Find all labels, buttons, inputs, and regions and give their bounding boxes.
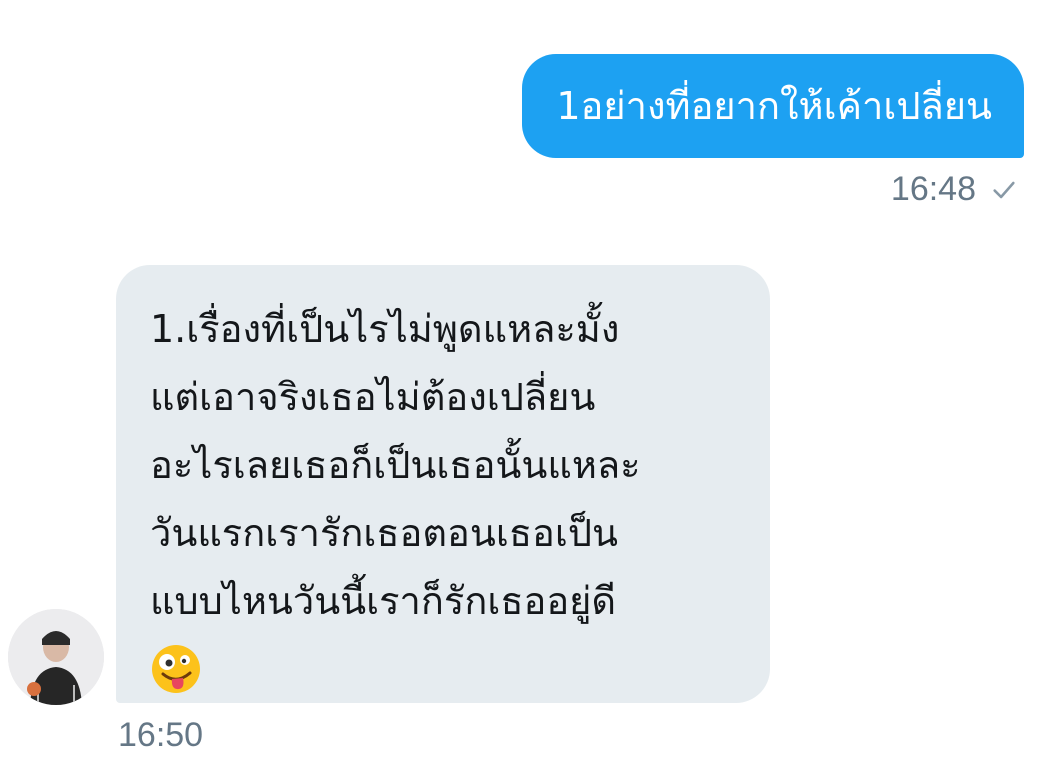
outgoing-message-time: 16:48 (890, 170, 976, 208)
outgoing-message-text: 1อย่างที่อยากให้เค้าเปลี่ยน (556, 84, 992, 128)
incoming-message-line: แต่เอาจริงเธอไม่ต้องเปลี่ยน (150, 375, 596, 419)
outgoing-message-meta: 16:48 (891, 170, 1018, 209)
incoming-message-time: 16:50 (118, 716, 204, 754)
incoming-message-bubble[interactable]: 1.เรื่องที่เป็นไรไม่พูดแหละมั้ง แต่เอาจร… (116, 265, 770, 703)
outgoing-message-bubble[interactable]: 1อย่างที่อยากให้เค้าเปลี่ยน (522, 54, 1024, 158)
chat-thread: 1อย่างที่อยากให้เค้าเปลี่ยน 16:48 1.เรื่… (0, 0, 1040, 759)
zany-face-emoji (152, 645, 200, 693)
incoming-message-line: วันแรกเรารักเธอตอนเธอเป็น (150, 511, 618, 555)
incoming-message-line: อะไรเลยเธอก็เป็นเธอนั้นแหละ (150, 443, 641, 487)
avatar[interactable] (8, 609, 104, 705)
check-icon (993, 181, 1015, 198)
incoming-message-line: แบบไหนวันนี้เราก็รักเธออยู่ดี (150, 579, 617, 623)
incoming-message-line: 1.เรื่องที่เป็นไรไม่พูดแหละมั้ง (150, 307, 620, 351)
user-avatar-image (8, 609, 104, 705)
